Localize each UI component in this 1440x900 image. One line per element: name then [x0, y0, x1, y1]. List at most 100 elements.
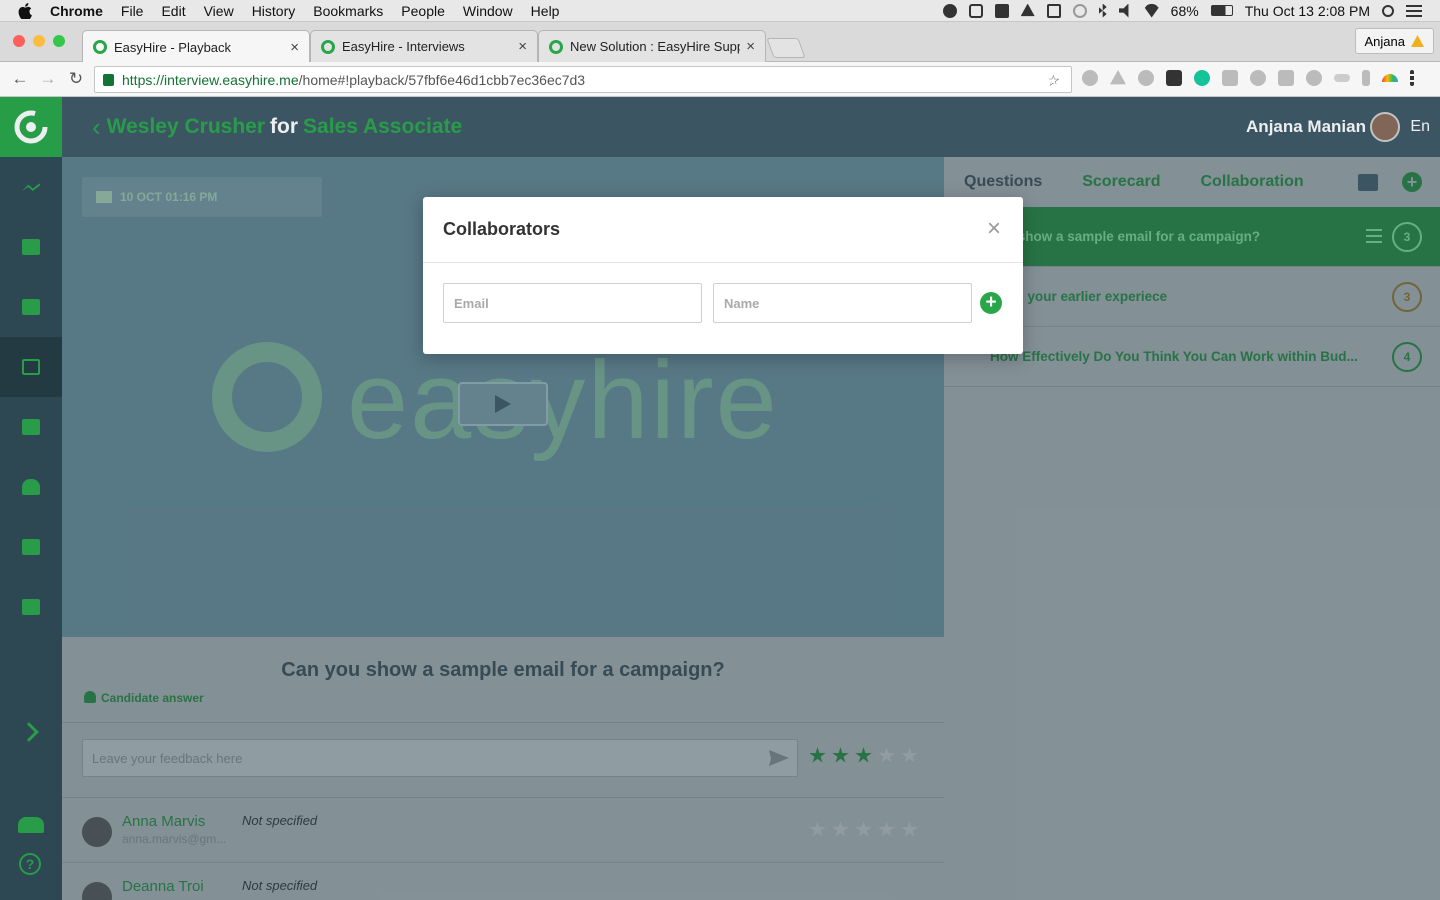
menu-app-name[interactable]: Chrome: [50, 3, 103, 19]
add-collaborator-button[interactable]: +: [980, 292, 1002, 314]
menu-window[interactable]: Window: [463, 3, 513, 19]
help-icon[interactable]: ?: [19, 853, 41, 875]
tab-close-icon[interactable]: ×: [518, 38, 527, 55]
menubar-clock[interactable]: Thu Oct 13 2:08 PM: [1245, 3, 1370, 19]
zoom-window-button[interactable]: [53, 35, 65, 47]
rainbow-ext-icon[interactable]: [1382, 74, 1398, 82]
menu-view[interactable]: View: [204, 3, 234, 19]
email-input[interactable]: [443, 283, 702, 323]
shield-ext-icon[interactable]: [1306, 70, 1322, 86]
sidebar-item-jobs[interactable]: [0, 397, 62, 457]
menu-history[interactable]: History: [252, 3, 296, 19]
send-icon[interactable]: [769, 750, 789, 766]
evernote-icon[interactable]: [942, 3, 957, 18]
sort-icon[interactable]: [1366, 229, 1382, 243]
bluetooth-icon[interactable]: [1098, 3, 1107, 18]
sidebar-item-dashboard[interactable]: [0, 277, 62, 337]
job-role[interactable]: Sales Associate: [303, 115, 462, 139]
link-ext-icon[interactable]: [1334, 74, 1350, 82]
candidate-answer-text: Candidate answer: [101, 691, 204, 705]
tab-questions[interactable]: Questions: [964, 173, 1042, 191]
sidebar-item-team[interactable]: [0, 457, 62, 517]
url-path: /home#!playback/57fbf6e46d1cbb7ec36ec7d3: [298, 71, 586, 88]
chat-icon[interactable]: [1358, 173, 1378, 191]
back-arrow-icon[interactable]: ←: [6, 69, 34, 89]
record-ext-icon[interactable]: [1138, 70, 1154, 86]
easyhire-logo[interactable]: [0, 97, 62, 157]
add-question-button[interactable]: +: [1402, 172, 1422, 192]
address-bar[interactable]: https://interview.easyhire.me /home#!pla…: [94, 66, 1072, 93]
buffer-ext-icon[interactable]: [1166, 70, 1182, 86]
r-ext-icon[interactable]: [1362, 70, 1370, 86]
browser-tab-support[interactable]: New Solution : EasyHire Supp ×: [538, 30, 766, 62]
star-empty-icon[interactable]: [901, 747, 918, 763]
menu-people[interactable]: People: [401, 3, 445, 19]
reload-icon[interactable]: ↻: [62, 69, 90, 89]
tab-close-icon[interactable]: ×: [290, 39, 299, 56]
bookmark-app-icon[interactable]: [994, 3, 1009, 18]
candidate-answer-label[interactable]: Candidate answer: [84, 691, 204, 705]
user-avatar[interactable]: [1370, 112, 1400, 142]
sidebar-item-library[interactable]: [0, 517, 62, 577]
browser-tab-playback[interactable]: EasyHire - Playback ×: [82, 30, 310, 63]
wifi-icon[interactable]: [1144, 3, 1159, 18]
language-selector[interactable]: En: [1410, 118, 1430, 136]
star-empty-icon[interactable]: [878, 747, 895, 763]
drive-icon[interactable]: [1020, 3, 1035, 17]
check-icon[interactable]: [968, 3, 983, 18]
profile-button[interactable]: Anjana: [1354, 28, 1434, 54]
star-filled-icon[interactable]: [832, 747, 849, 763]
notification-center-icon[interactable]: [1406, 4, 1422, 17]
modal-header: Collaborators ×: [423, 197, 1023, 263]
sidebar-item-files[interactable]: [0, 577, 62, 637]
time-machine-icon[interactable]: [1072, 3, 1087, 18]
expand-chevron-icon[interactable]: [19, 722, 39, 742]
question-text: How Effectively Do You Think You Can Wor…: [990, 349, 1358, 364]
browser-tab-interviews[interactable]: EasyHire - Interviews ×: [310, 30, 538, 62]
header-for-text: for: [270, 115, 299, 138]
star-filled-icon[interactable]: [809, 747, 826, 763]
modal-title: Collaborators: [443, 219, 561, 239]
play-button[interactable]: [458, 382, 548, 426]
menu-help[interactable]: Help: [531, 3, 560, 19]
my-rating-stars[interactable]: [809, 747, 918, 764]
volume-icon[interactable]: [1118, 3, 1129, 18]
spotlight-search-icon[interactable]: [1382, 4, 1394, 17]
apple-icon[interactable]: [18, 2, 36, 20]
menu-bookmarks[interactable]: Bookmarks: [313, 3, 383, 19]
forward-arrow-icon[interactable]: →: [34, 69, 62, 89]
minimize-window-button[interactable]: [33, 35, 45, 47]
chrome-menu-icon[interactable]: [1410, 70, 1414, 86]
feedback-input[interactable]: Leave your feedback here: [82, 739, 798, 777]
airplay-icon[interactable]: [1046, 3, 1061, 18]
battery-icon[interactable]: [1210, 5, 1233, 16]
collaborator-name[interactable]: Deanna Troi: [122, 878, 204, 895]
new-tab-button[interactable]: [766, 38, 806, 58]
tab-collaboration[interactable]: Collaboration: [1201, 173, 1304, 191]
back-chevron-icon[interactable]: ‹: [92, 112, 101, 143]
evernote-ext-icon[interactable]: [1082, 70, 1098, 86]
star-filled-icon[interactable]: [855, 747, 872, 763]
grammarly-ext-icon[interactable]: [1194, 70, 1210, 86]
sidebar-item-candidates[interactable]: [0, 217, 62, 277]
square-ext-icon[interactable]: [1222, 70, 1238, 86]
name-input[interactable]: [713, 283, 972, 323]
lock-icon: [103, 73, 114, 86]
candidate-name[interactable]: Wesley Crusher: [107, 115, 265, 139]
tab-scorecard[interactable]: Scorecard: [1082, 173, 1160, 191]
menu-edit[interactable]: Edit: [161, 3, 185, 19]
menu-file[interactable]: File: [121, 3, 144, 19]
power-ext-icon[interactable]: [1250, 70, 1266, 86]
close-window-button[interactable]: [13, 35, 25, 47]
g-ext-icon[interactable]: [1278, 70, 1294, 86]
tab-close-icon[interactable]: ×: [746, 38, 755, 55]
bookmark-star-icon[interactable]: ☆: [1046, 71, 1062, 86]
sidebar-item-interviews[interactable]: [0, 337, 62, 397]
invite-user-icon[interactable]: [18, 817, 44, 833]
sidebar-item-analytics[interactable]: [0, 157, 62, 217]
easyhire-favicon: [549, 39, 563, 54]
drive-ext-icon[interactable]: [1110, 70, 1126, 85]
close-icon[interactable]: ×: [987, 217, 1001, 241]
collaborator-name[interactable]: Anna Marvis: [122, 813, 205, 830]
current-user-name[interactable]: Anjana Manian: [1246, 117, 1366, 137]
